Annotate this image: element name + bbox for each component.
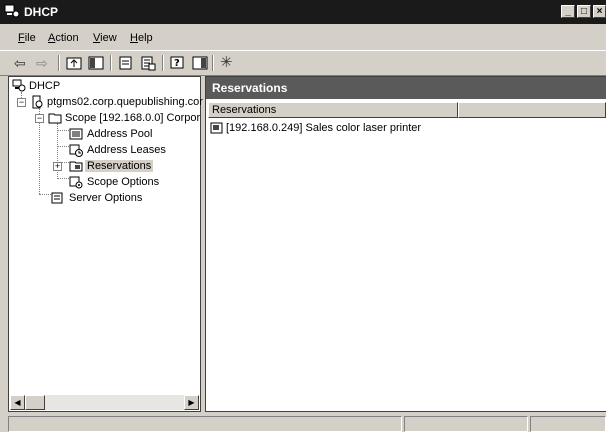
tree-line bbox=[61, 162, 69, 163]
tree-expander-server[interactable]: − bbox=[17, 98, 26, 107]
tree-label-server: ptgms02.corp.quepublishing.cor bbox=[47, 96, 203, 108]
title-bar: DHCP _ □ × bbox=[0, 0, 606, 24]
scope-options-icon bbox=[69, 176, 83, 189]
console-tree: DHCP − ptgms02.corp.quepublishing.cor − … bbox=[8, 76, 203, 412]
reservation-entry-label: [192.168.0.249] Sales color laser printe… bbox=[226, 122, 422, 134]
tree-line bbox=[57, 146, 69, 147]
server-icon bbox=[32, 95, 43, 109]
details-pane: Reservations Reservations [192.168.0.249… bbox=[205, 76, 606, 412]
tree-label-server-options: Server Options bbox=[69, 192, 143, 204]
tree-label-reservations: Reservations bbox=[85, 160, 154, 172]
details-title: Reservations bbox=[212, 81, 288, 95]
server-options-icon bbox=[51, 192, 63, 204]
tree-line bbox=[39, 194, 51, 195]
up-one-level-icon[interactable] bbox=[66, 55, 82, 71]
details-header: Reservations bbox=[206, 77, 606, 99]
refresh-icon[interactable]: ✳ bbox=[220, 55, 236, 71]
status-bar bbox=[0, 414, 606, 432]
tree-expander-scope[interactable]: − bbox=[35, 114, 44, 123]
menu-view[interactable]: View bbox=[93, 32, 117, 44]
status-cell-secondary bbox=[404, 416, 528, 432]
toolbar-separator bbox=[58, 55, 60, 71]
forward-arrow-icon[interactable]: ⇨ bbox=[36, 55, 52, 71]
tree-expander-reservations[interactable]: + bbox=[53, 162, 62, 171]
show-hide-console-tree-icon[interactable] bbox=[88, 55, 104, 71]
properties-icon[interactable] bbox=[118, 55, 134, 71]
tree-line bbox=[57, 178, 69, 179]
reservation-icon bbox=[210, 122, 223, 134]
toolbar: ⇦ ⇨ ? ✳ bbox=[0, 50, 606, 76]
close-button[interactable]: × bbox=[593, 5, 606, 18]
minimize-button[interactable]: _ bbox=[561, 5, 575, 18]
address-leases-icon bbox=[69, 144, 83, 157]
column-headers: Reservations bbox=[208, 102, 606, 118]
toolbar-separator bbox=[110, 55, 112, 71]
menu-file[interactable]: File bbox=[18, 32, 36, 44]
dhcp-root-icon bbox=[12, 79, 26, 92]
menu-bar: File Action View Help bbox=[0, 28, 606, 48]
scroll-thumb[interactable] bbox=[25, 395, 45, 410]
status-cell-main bbox=[8, 416, 402, 432]
svg-text:?: ? bbox=[174, 58, 180, 69]
back-arrow-icon[interactable]: ⇦ bbox=[14, 55, 30, 71]
tree-label-scope-options: Scope Options bbox=[87, 176, 160, 188]
tree-line bbox=[57, 130, 69, 131]
tree-horizontal-scrollbar[interactable]: ◀ ▶ bbox=[10, 395, 199, 410]
menu-action[interactable]: Action bbox=[48, 32, 79, 44]
export-list-icon[interactable] bbox=[140, 55, 156, 71]
help-icon[interactable]: ? bbox=[170, 55, 186, 71]
window-title: DHCP bbox=[24, 5, 59, 19]
scroll-right-button[interactable]: ▶ bbox=[184, 395, 199, 410]
tree-label-address-leases: Address Leases bbox=[87, 144, 166, 156]
tree-label-dhcp: DHCP bbox=[29, 80, 61, 92]
tree-label-address-pool: Address Pool bbox=[87, 128, 153, 140]
column-header-empty[interactable] bbox=[458, 102, 606, 118]
menu-help[interactable]: Help bbox=[130, 32, 153, 44]
dhcp-app-icon bbox=[4, 4, 20, 18]
status-cell-tertiary bbox=[530, 416, 606, 432]
scroll-left-button[interactable]: ◀ bbox=[10, 395, 25, 410]
reservations-folder-icon bbox=[69, 161, 83, 172]
toolbar-separator bbox=[212, 55, 214, 71]
tree-label-scope: Scope [192.168.0.0] Corpor bbox=[65, 112, 201, 124]
address-pool-icon bbox=[69, 128, 83, 140]
toolbar-separator bbox=[162, 55, 164, 71]
scope-folder-icon bbox=[48, 113, 62, 124]
maximize-button[interactable]: □ bbox=[577, 5, 591, 18]
action-pane-icon[interactable] bbox=[192, 55, 208, 71]
column-header-reservations[interactable]: Reservations bbox=[208, 102, 458, 118]
